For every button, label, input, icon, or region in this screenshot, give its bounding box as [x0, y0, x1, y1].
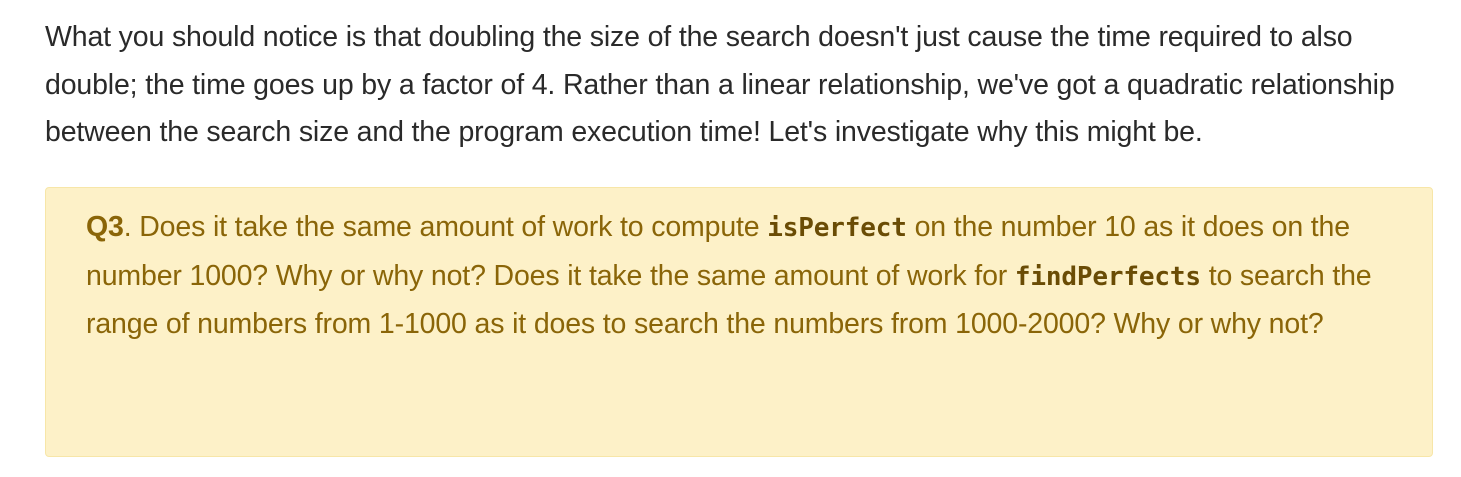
question-callout: Q3. Does it take the same amount of work… — [45, 187, 1433, 457]
code-isperfect: isPerfect — [767, 213, 907, 243]
question-text-part-1: . Does it take the same amount of work t… — [123, 211, 768, 243]
page-content: What you should notice is that doubling … — [45, 0, 1435, 457]
question-text: Q3. Does it take the same amount of work… — [86, 204, 1392, 349]
question-label: Q3 — [86, 211, 124, 243]
intro-paragraph: What you should notice is that doubling … — [45, 21, 1395, 148]
code-findperfects: findPerfects — [1014, 261, 1201, 292]
